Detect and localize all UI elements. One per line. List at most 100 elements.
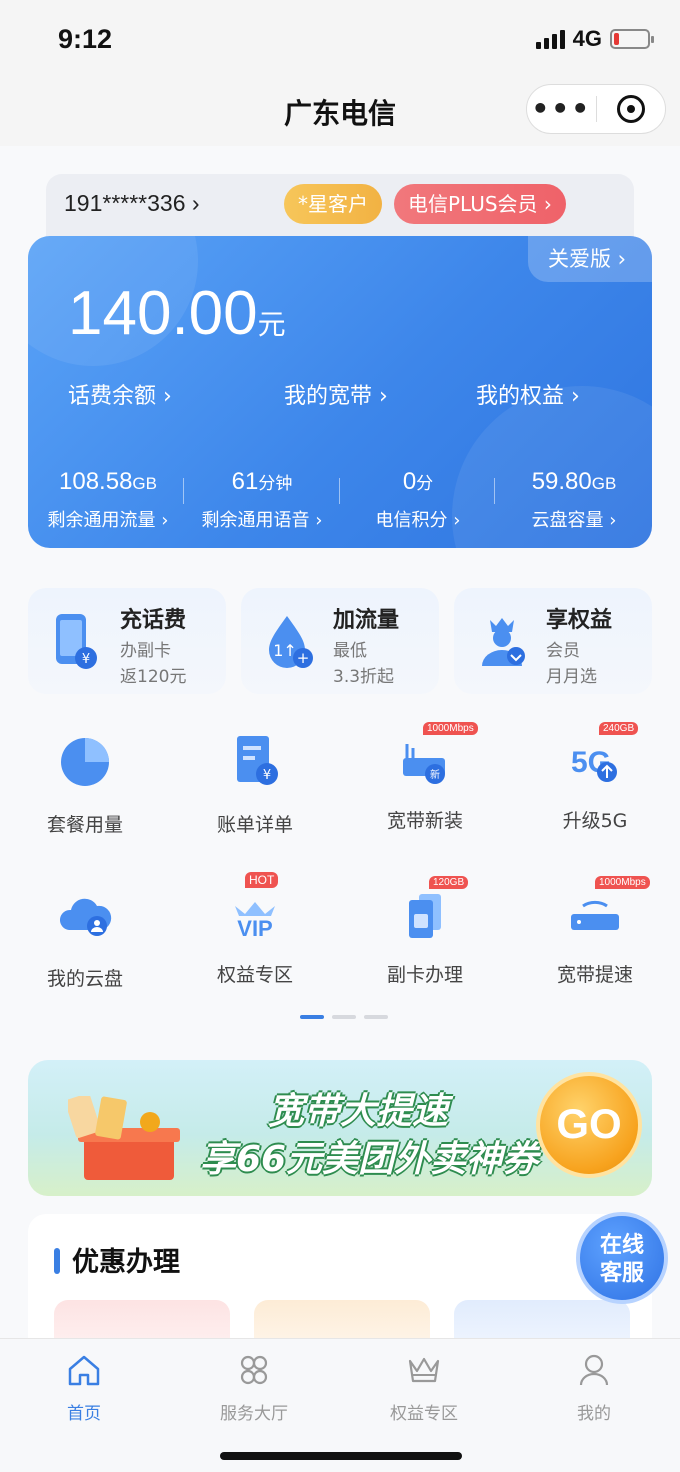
signal-icon bbox=[535, 29, 565, 49]
stat-cloud-capacity[interactable]: 59.80GB 云盘容量 › bbox=[504, 468, 644, 532]
page-dot bbox=[364, 1015, 388, 1019]
grid-item-plan-usage[interactable]: 套餐用量 bbox=[5, 730, 165, 837]
cloud-icon bbox=[59, 898, 112, 936]
tab-label: 权益专区 bbox=[390, 1404, 458, 1424]
bottom-tab-bar: 首页 服务大厅 权益专区 我的 bbox=[0, 1338, 680, 1472]
star-customer-badge[interactable]: *星客户 bbox=[284, 184, 382, 224]
quick-card-sub: 会员 bbox=[546, 641, 580, 661]
grid-item-label: 我的云盘 bbox=[46, 968, 123, 990]
sim-card-icon bbox=[409, 894, 441, 938]
section-accent-bar bbox=[54, 1248, 60, 1274]
more-options-button[interactable]: ••• bbox=[527, 94, 596, 124]
stat-label: 剩余通用语音 › bbox=[201, 510, 323, 531]
care-mode-button[interactable]: 关爱版 › bbox=[528, 236, 652, 282]
go-button[interactable]: GO bbox=[536, 1072, 642, 1178]
banner-line2: 享66元美团外卖神券 bbox=[200, 1139, 539, 1180]
grid-item-label: 账单详单 bbox=[216, 814, 293, 836]
benefits-card[interactable]: 享权益 会员 月月选 bbox=[454, 588, 652, 694]
vip-icon-wrap: VIP HOT bbox=[225, 872, 285, 944]
divider bbox=[494, 478, 495, 504]
tab-benefits-zone[interactable]: 权益专区 bbox=[364, 1353, 484, 1424]
grid-item-secondary-card[interactable]: 120GB 副卡办理 bbox=[345, 876, 505, 987]
grid-item-benefits-zone[interactable]: VIP HOT 权益专区 bbox=[175, 872, 335, 987]
add-data-card[interactable]: 1↑ + 加流量 最低 3.3折起 bbox=[241, 588, 439, 694]
member-icon bbox=[482, 618, 525, 666]
stat-value: 59.80GB bbox=[531, 468, 617, 495]
svg-text:新: 新 bbox=[430, 768, 440, 781]
my-broadband-link[interactable]: 我的宽带 › bbox=[284, 378, 388, 410]
grid-item-label: 权益专区 bbox=[216, 964, 293, 986]
stat-label: 电信积分 › bbox=[375, 510, 461, 531]
profile-icon bbox=[579, 1354, 609, 1386]
grid-item-broadband-install[interactable]: 新 1000Mbps 宽带新装 bbox=[345, 722, 505, 833]
stat-label: 剩余通用流量 › bbox=[47, 510, 169, 531]
status-time: 9:12 bbox=[58, 24, 113, 54]
grid-item-upgrade-5g[interactable]: 5G 240GB 升级5G bbox=[515, 722, 675, 833]
grid-item-broadband-speedup[interactable]: 1000Mbps 宽带提速 bbox=[515, 876, 675, 987]
cs-line2: 客服 bbox=[599, 1261, 644, 1286]
stat-data-remaining[interactable]: 108.58GB 剩余通用流量 › bbox=[38, 468, 178, 532]
stat-value: 61分钟 bbox=[231, 468, 293, 495]
vip-icon: VIP bbox=[235, 902, 275, 941]
tag-badge: 120GB bbox=[429, 876, 469, 889]
tag-badge: 240GB bbox=[599, 722, 639, 735]
svg-text:+: + bbox=[297, 649, 310, 667]
status-bar: 9:12 4G bbox=[0, 0, 680, 80]
grid-item-label: 升级5G bbox=[562, 810, 628, 832]
banner-line1: 宽带大提速 bbox=[268, 1091, 449, 1132]
service-hall-icon bbox=[240, 1355, 268, 1385]
promo-card[interactable] bbox=[254, 1300, 430, 1338]
tab-label: 首页 bbox=[67, 1404, 101, 1424]
grid-item-bill-detail[interactable]: ¥ 账单详单 bbox=[175, 730, 335, 837]
stat-voice-remaining[interactable]: 61分钟 剩余通用语音 › bbox=[192, 468, 332, 532]
mini-program-capsule: ••• bbox=[526, 84, 666, 134]
grid-item-label: 套餐用量 bbox=[46, 814, 123, 836]
close-mini-program-button[interactable] bbox=[597, 95, 666, 123]
target-icon bbox=[616, 95, 645, 123]
grid-item-my-cloud[interactable]: 我的云盘 bbox=[5, 884, 165, 991]
home-page: 191*****336 › *星客户 电信PLUS会员 › 关爱版 › 140.… bbox=[0, 146, 680, 1338]
plus-member-badge[interactable]: 电信PLUS会员 › bbox=[394, 184, 566, 224]
tab-mine[interactable]: 我的 bbox=[534, 1353, 654, 1424]
promo-banner[interactable]: 宽带大提速 享66元美团外卖神券 GO bbox=[28, 1060, 652, 1196]
grid-item-label: 宽带提速 bbox=[556, 964, 633, 986]
recharge-card[interactable]: ¥ 充话费 办副卡 返120元 bbox=[28, 588, 226, 694]
tag-badge: 1000Mbps bbox=[423, 722, 478, 735]
crown-icon bbox=[408, 1357, 440, 1383]
phone-number-link[interactable]: 191*****336 › bbox=[64, 190, 200, 217]
stat-points[interactable]: 0分 电信积分 › bbox=[348, 468, 488, 532]
promo-card[interactable] bbox=[54, 1300, 230, 1338]
quick-card-title: 享权益 bbox=[546, 608, 613, 633]
5g-icon: 5G bbox=[571, 746, 617, 782]
divider bbox=[339, 478, 340, 504]
grid-item-label: 副卡办理 bbox=[386, 964, 463, 986]
svg-text:VIP: VIP bbox=[237, 916, 272, 941]
page-dot bbox=[332, 1015, 356, 1019]
router-icon-wrap: 新 1000Mbps bbox=[395, 722, 478, 790]
account-strip: 191*****336 › *星客户 电信PLUS会员 › bbox=[46, 174, 634, 244]
tab-service-hall[interactable]: 服务大厅 bbox=[194, 1353, 314, 1424]
phone-balance-link[interactable]: 话费余额 › bbox=[68, 378, 172, 410]
balance-links: 话费余额 › 我的宽带 › 我的权益 › bbox=[28, 378, 652, 418]
grid-item-label: 宽带新装 bbox=[386, 810, 463, 832]
stat-value: 108.58GB bbox=[59, 468, 157, 495]
5g-icon-wrap: 5G 240GB bbox=[565, 722, 639, 790]
pie-chart-icon bbox=[61, 738, 109, 786]
router-icon: 新 bbox=[403, 744, 445, 784]
network-type: 4G bbox=[572, 26, 602, 51]
quick-card-title: 加流量 bbox=[333, 608, 400, 633]
home-indicator bbox=[220, 1452, 462, 1460]
bill-icon: ¥ bbox=[237, 736, 278, 785]
phone-recharge-icon: ¥ bbox=[56, 614, 97, 669]
balance-amount-unit: 元 bbox=[257, 309, 286, 340]
page-indicator bbox=[300, 1015, 388, 1019]
balance-card: 关爱版 › 140.00元 话费余额 › 我的宽带 › 我的权益 › 108.5… bbox=[28, 236, 652, 548]
balance-amount-value: 140.00 bbox=[68, 279, 258, 348]
page-dot-active bbox=[300, 1015, 324, 1019]
home-icon bbox=[68, 1355, 100, 1386]
tab-home[interactable]: 首页 bbox=[24, 1353, 144, 1424]
online-customer-service-button[interactable]: 在线 客服 bbox=[576, 1212, 668, 1304]
my-benefits-link[interactable]: 我的权益 › bbox=[476, 378, 580, 410]
promo-card[interactable] bbox=[454, 1300, 630, 1338]
router-speed-icon-wrap: 1000Mbps bbox=[565, 876, 650, 944]
